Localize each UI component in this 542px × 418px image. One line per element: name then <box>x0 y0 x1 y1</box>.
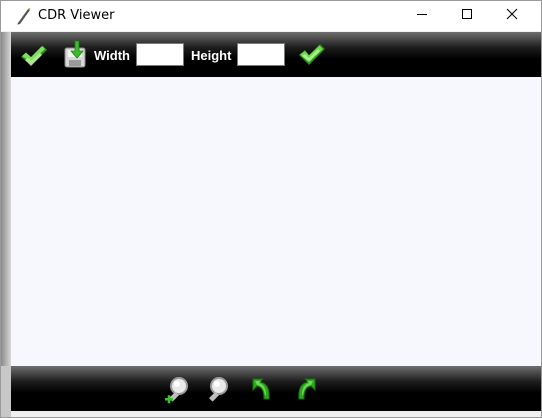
close-button[interactable] <box>489 1 535 31</box>
bottom-toolbar <box>11 366 541 411</box>
app-window: CDR Viewer Width Height <box>0 0 542 418</box>
rotate-right-icon[interactable] <box>289 375 319 405</box>
left-edge-bottom <box>1 366 11 417</box>
left-edge <box>1 32 11 366</box>
window-title: CDR Viewer <box>38 8 115 23</box>
save-download-icon[interactable] <box>61 40 91 70</box>
minimize-button[interactable] <box>399 1 445 31</box>
drawing-canvas[interactable] <box>11 77 541 366</box>
top-toolbar: Width Height <box>11 32 541 77</box>
pen-icon <box>15 7 33 25</box>
close-icon <box>506 7 518 25</box>
height-label: Height <box>191 48 232 63</box>
checkmark-icon[interactable] <box>296 40 326 70</box>
width-label: Width <box>94 48 130 63</box>
minimize-icon <box>416 7 428 25</box>
width-input[interactable] <box>136 43 184 66</box>
title-bar: CDR Viewer <box>1 1 541 31</box>
double-checkmark-icon[interactable] <box>19 40 49 70</box>
zoom-out-icon[interactable] <box>203 375 233 405</box>
maximize-button[interactable] <box>444 1 490 31</box>
height-input[interactable] <box>237 43 285 66</box>
rotate-left-icon[interactable] <box>249 375 279 405</box>
zoom-in-icon[interactable] <box>163 375 193 405</box>
maximize-icon <box>461 7 473 25</box>
